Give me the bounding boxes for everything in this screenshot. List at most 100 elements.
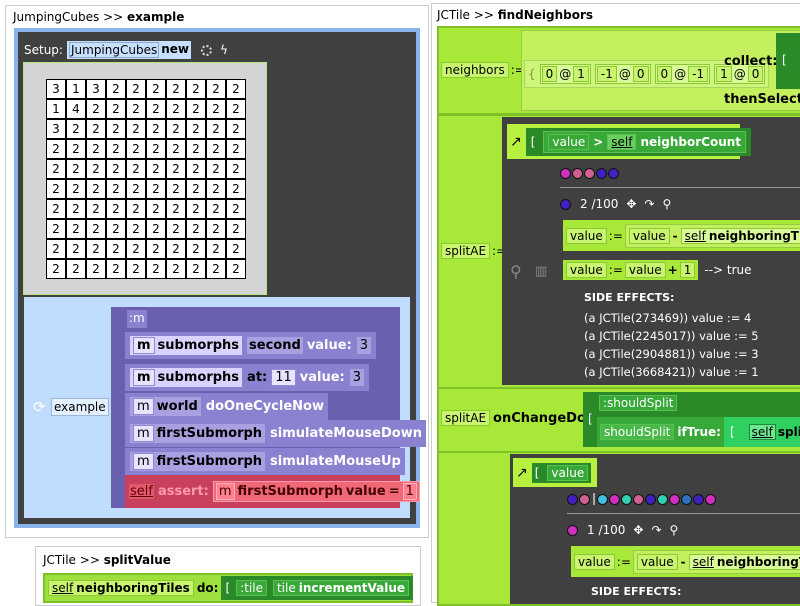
cube-cell[interactable]: 2 [186,259,206,279]
cube-cell[interactable]: 2 [106,259,126,279]
cube-cell[interactable]: 2 [186,199,206,219]
cube-cell[interactable]: 2 [206,219,226,239]
cube-cell[interactable]: 2 [46,179,66,199]
cube-cell[interactable]: 2 [106,119,126,139]
neighbors-assign[interactable]: neighbors:= [441,62,525,78]
spinner-icon[interactable] [201,44,213,56]
history-dot[interactable] [681,493,692,505]
chart-icon[interactable]: ▥ [535,264,547,279]
lightning-icon[interactable]: ϟ [220,43,228,57]
cube-cell[interactable]: 2 [146,139,166,159]
cube-cell[interactable]: 2 [46,159,66,179]
cube-cell[interactable]: 2 [146,159,166,179]
redo-arrow-icon[interactable]: ↷ [644,197,654,211]
split-line-1[interactable]: value:= value- selfneighboringTile [563,220,800,251]
history-dot[interactable] [633,493,644,505]
cube-cell[interactable]: 2 [226,119,246,139]
split-line-2[interactable]: value:= value +1 --> true [563,260,752,280]
cube-cell[interactable]: 2 [126,239,146,259]
cube-cell[interactable]: 2 [106,79,126,99]
history-dot[interactable] [609,493,620,505]
statement-row[interactable]: m submorphs second value: 3 [125,332,377,359]
cube-cell[interactable]: 2 [166,99,186,119]
onchange-statement[interactable]: splitAE onChangeDo: [441,410,591,426]
value-line-1[interactable]: value:= value- selfneighboringTil [571,546,800,577]
cube-cell[interactable]: 2 [206,259,226,279]
example-label[interactable]: example [51,398,109,416]
cube-cell[interactable]: 2 [166,179,186,199]
cube-cell[interactable]: 2 [126,79,146,99]
cube-cell[interactable]: 2 [226,159,246,179]
cube-cell[interactable]: 4 [66,99,86,119]
cube-cell[interactable]: 2 [166,119,186,139]
cube-cell[interactable]: 2 [186,79,206,99]
history-dot[interactable] [693,493,704,505]
history-dot[interactable] [657,493,668,505]
history-dot[interactable] [560,168,571,179]
cube-cell[interactable]: 2 [86,259,106,279]
redo-arrow-icon[interactable]: ↷ [651,523,661,537]
cube-cell[interactable]: 2 [166,79,186,99]
splitae-assign[interactable]: splitAE:= [441,243,506,259]
statement-row[interactable]: m world doOneCycleNow [125,393,328,420]
cube-cell[interactable]: 2 [66,139,86,159]
history-dots[interactable] [567,493,717,505]
cube-cell[interactable]: 2 [66,179,86,199]
cube-cell[interactable]: 2 [226,99,246,119]
cube-cell[interactable]: 2 [86,219,106,239]
cube-cell[interactable]: 2 [106,219,126,239]
cube-cell[interactable]: 2 [146,259,166,279]
history-dot[interactable] [608,168,619,179]
cube-cell[interactable]: 2 [206,139,226,159]
cube-cell[interactable]: 2 [146,199,166,219]
onchange-block[interactable]: [ :shouldSplit shouldSplit ifTrue: [ self… [583,392,800,447]
cube-cell[interactable]: 2 [166,239,186,259]
cube-cell[interactable]: 2 [146,119,166,139]
cube-cell[interactable]: 2 [146,79,166,99]
cube-cell[interactable]: 2 [226,219,246,239]
cube-cell[interactable]: 2 [126,139,146,159]
cube-cell[interactable]: 2 [66,219,86,239]
cube-cell[interactable]: 2 [186,239,206,259]
setup-expression[interactable]: JumpingCubes new [66,41,192,59]
cube-cell[interactable]: 2 [106,199,126,219]
cube-cell[interactable]: 1 [46,99,66,119]
cube-cell[interactable]: 2 [226,199,246,219]
history-dot[interactable] [705,493,716,505]
cube-cell[interactable]: 2 [86,99,106,119]
cube-cell[interactable]: 2 [46,139,66,159]
cube-cell[interactable]: 2 [206,159,226,179]
cube-cell[interactable]: 2 [166,259,186,279]
assert-row[interactable]: self assert: m firstSubmorph value = 1 [125,475,420,508]
cube-cell[interactable]: 2 [166,199,186,219]
cube-cell[interactable]: 2 [126,99,146,119]
cube-cell[interactable]: 2 [106,139,126,159]
search-icon[interactable]: ⚲ [663,197,672,211]
cube-cell[interactable]: 2 [226,259,246,279]
cube-cell[interactable]: 3 [46,119,66,139]
history-dot[interactable] [597,493,608,505]
cube-cell[interactable]: 3 [86,79,106,99]
cube-cell[interactable]: 2 [166,219,186,239]
open-external-icon[interactable]: ↗ [510,134,522,150]
history-dot[interactable] [572,168,583,179]
history-dot[interactable] [669,493,680,505]
move-icon[interactable]: ✥ [626,197,636,211]
move-icon[interactable]: ✥ [633,523,643,537]
history-dot[interactable] [596,168,607,179]
cube-cell[interactable]: 2 [106,179,126,199]
cube-cell[interactable]: 2 [146,179,166,199]
history-dots[interactable] [560,168,620,179]
cube-cell[interactable]: 2 [106,99,126,119]
cube-cell[interactable]: 2 [206,199,226,219]
search-icon[interactable]: ⚲ [670,523,679,537]
history-dot[interactable] [621,493,632,505]
splitvalue-statement[interactable]: self neighboringTiles do: [ :tile tile inc… [43,573,414,603]
cube-cell[interactable]: 2 [86,199,106,219]
cube-cell[interactable]: 2 [206,79,226,99]
history-dot[interactable] [567,493,578,505]
statement-row[interactable]: m submorphs at: 11 value: 3 [125,364,370,391]
cube-cell[interactable]: 2 [226,79,246,99]
separator[interactable] [593,493,595,505]
cube-cell[interactable]: 2 [226,139,246,159]
